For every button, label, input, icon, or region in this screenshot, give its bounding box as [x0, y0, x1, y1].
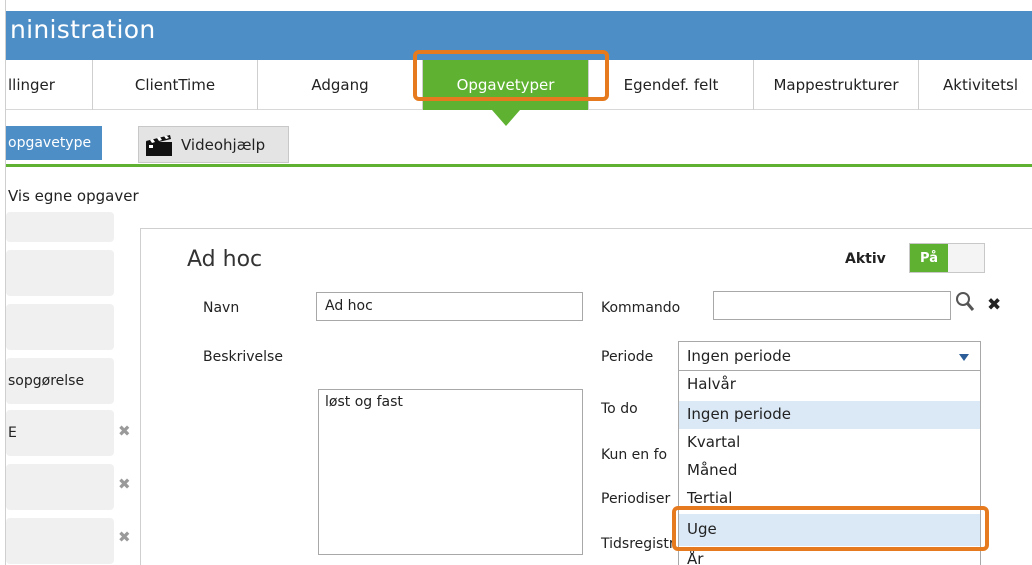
period-select-value: Ingen periode	[687, 347, 791, 365]
video-help-button[interactable]: Videohjælp	[138, 126, 289, 163]
clear-icon[interactable]: ✖	[987, 295, 1001, 315]
tab-clienttime[interactable]: ClientTime	[93, 60, 258, 110]
list-item[interactable]	[6, 464, 114, 510]
tab-mappestrukturer[interactable]: Mappestrukturer	[754, 60, 919, 110]
tab-indstillinger[interactable]: llinger	[6, 60, 93, 110]
search-icon[interactable]	[955, 291, 975, 317]
period-select[interactable]: Ingen periode	[678, 341, 981, 371]
task-type-list: sopgørelse E ✖ ✖ ✖	[6, 212, 140, 565]
dropdown-arrow-icon	[959, 354, 969, 361]
list-item[interactable]: E	[6, 410, 114, 456]
todo-label: To do	[601, 401, 638, 417]
period-option-maned[interactable]: Måned	[679, 457, 980, 485]
delete-icon[interactable]: ✖	[118, 475, 131, 493]
tab-egendef-felt[interactable]: Egendef. felt	[588, 60, 754, 110]
list-item[interactable]	[6, 212, 114, 242]
clapperboard-icon	[145, 133, 173, 157]
list-item[interactable]	[6, 518, 114, 564]
description-textarea[interactable]: løst og fast	[318, 389, 583, 555]
period-label: Periode	[601, 349, 654, 365]
option-highlight-annotation	[672, 506, 989, 551]
list-item[interactable]: sopgørelse	[6, 358, 114, 404]
period-option-ingen-periode[interactable]: Ingen periode	[679, 401, 980, 429]
delete-icon[interactable]: ✖	[118, 528, 131, 546]
toolbar: opgavetype Videohjælp	[6, 110, 1032, 167]
panel-title: Ad hoc	[187, 247, 263, 272]
tab-aktivitetslog[interactable]: Aktivitetsl	[919, 60, 1032, 110]
app-title: ninistration	[10, 15, 156, 44]
period-option-halvar[interactable]: Halvår	[679, 371, 980, 399]
list-item[interactable]	[6, 250, 114, 296]
time-registration-label: Tidsregistr	[601, 536, 675, 552]
show-own-tasks-label[interactable]: Vis egne opgaver	[8, 187, 139, 205]
period-option-kvartal[interactable]: Kvartal	[679, 429, 980, 457]
window-frame-left	[0, 0, 6, 565]
only-one-label: Kun en fo	[601, 447, 668, 463]
delete-icon[interactable]: ✖	[118, 422, 131, 440]
command-label: Kommando	[601, 300, 681, 316]
active-toggle-on: På	[910, 244, 948, 272]
name-field[interactable]: Ad hoc	[316, 292, 583, 321]
name-label: Navn	[203, 300, 240, 316]
active-label: Aktiv	[845, 251, 886, 267]
list-item[interactable]	[6, 304, 114, 350]
tab-highlight-annotation	[413, 50, 609, 101]
new-task-type-button[interactable]: opgavetype	[6, 126, 102, 160]
periodize-label: Periodiser	[601, 491, 671, 507]
command-field[interactable]	[713, 291, 951, 320]
description-label: Beskrivelse	[203, 349, 283, 365]
video-help-label: Videohjælp	[181, 135, 266, 154]
active-toggle[interactable]: På	[909, 243, 985, 273]
tab-adgang[interactable]: Adgang	[258, 60, 423, 110]
